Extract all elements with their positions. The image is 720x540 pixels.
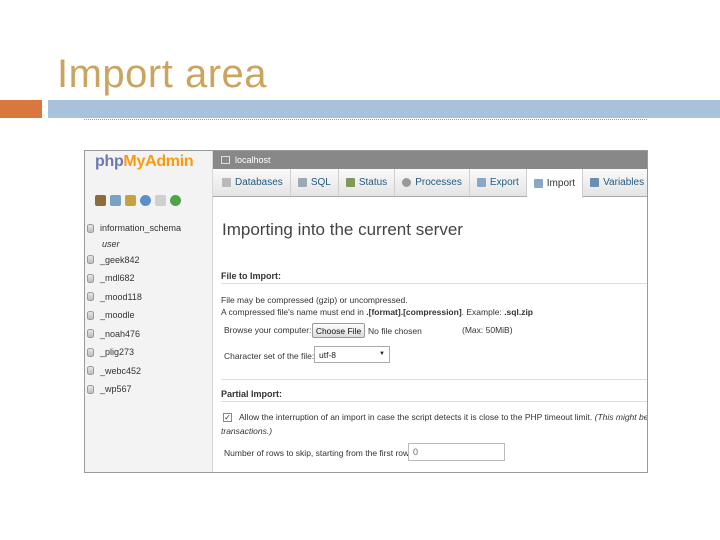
docs-icon[interactable] — [140, 195, 151, 206]
tab-variables[interactable]: Variables — [583, 169, 647, 196]
skip-rows-input[interactable]: 0 — [408, 443, 505, 461]
home-icon[interactable] — [95, 195, 106, 206]
database-icon — [87, 310, 94, 320]
server-icon — [221, 156, 230, 164]
tab-status[interactable]: Status — [339, 169, 396, 196]
database-item[interactable]: _noah476 — [87, 325, 181, 344]
database-icon — [87, 384, 94, 394]
compression-format-note: A compressed file's name must end in .[f… — [221, 307, 533, 317]
charset-select[interactable]: utf-8 ▼ — [314, 346, 390, 363]
database-item[interactable]: _geek842 — [87, 251, 181, 270]
server-breadcrumb[interactable]: localhost — [213, 151, 647, 169]
no-file-label: No file chosen — [368, 326, 422, 336]
status-icon — [345, 178, 355, 187]
tab-export[interactable]: Export — [470, 169, 527, 196]
tab-import[interactable]: Import — [526, 169, 584, 198]
charset-label: Character set of the file: — [224, 351, 315, 361]
reload-icon[interactable] — [170, 195, 181, 206]
section-divider — [221, 401, 647, 402]
database-item[interactable]: _webc452 — [87, 362, 181, 381]
chevron-down-icon: ▼ — [379, 351, 385, 357]
max-size-label: (Max: 50MiB) — [462, 325, 513, 335]
browse-label: Browse your computer: — [224, 325, 312, 335]
import-icon — [533, 179, 543, 188]
section-divider — [221, 379, 647, 380]
database-item[interactable]: _plig273 — [87, 343, 181, 362]
main-tabs: Databases SQL Status Processes Export Im… — [213, 169, 647, 198]
navigation-panel: phpMyAdmin information_schema user _geek… — [85, 151, 213, 472]
database-icon — [87, 292, 94, 302]
allow-interrupt-note: transactions.) — [221, 426, 273, 436]
sql-icon — [297, 178, 307, 187]
slide-title: Import area — [57, 52, 268, 96]
databases-icon — [222, 178, 231, 187]
sql-window-icon[interactable] — [110, 195, 121, 206]
phpmyadmin-screenshot: phpMyAdmin information_schema user _geek… — [84, 150, 648, 473]
allow-interrupt-checkbox[interactable]: ✓ — [223, 413, 232, 422]
settings-icon[interactable] — [155, 195, 166, 206]
tab-processes[interactable]: Processes — [395, 169, 470, 196]
page-title: Importing into the current server — [222, 220, 463, 239]
logout-icon[interactable] — [125, 195, 136, 206]
nav-icon-row — [95, 195, 181, 206]
database-list: information_schema user _geek842 _mdl682… — [87, 219, 181, 399]
phpmyadmin-logo[interactable]: phpMyAdmin — [95, 153, 194, 171]
accent-bar-blue — [48, 100, 720, 118]
accent-bar-orange — [0, 100, 42, 118]
export-icon — [476, 178, 486, 187]
database-item[interactable]: information_schema user — [87, 219, 181, 251]
partial-section-title: Partial Import: — [221, 389, 283, 399]
tab-sql[interactable]: SQL — [291, 169, 339, 196]
database-icon — [87, 366, 94, 376]
dotted-divider — [84, 119, 647, 120]
import-content: Importing into the current server File t… — [213, 198, 647, 472]
database-icon — [87, 255, 94, 265]
database-sub-item[interactable]: user — [87, 238, 181, 251]
database-item[interactable]: _mood118 — [87, 288, 181, 307]
file-section-title: File to Import: — [221, 271, 281, 281]
allow-interrupt-label: Allow the interruption of an import in c… — [239, 412, 648, 422]
database-item[interactable]: _moodle — [87, 306, 181, 325]
tab-databases[interactable]: Databases — [215, 169, 291, 196]
database-icon — [87, 223, 94, 233]
processes-icon — [402, 178, 412, 187]
database-icon — [87, 273, 94, 283]
compression-note: File may be compressed (gzip) or uncompr… — [221, 295, 408, 305]
section-divider — [221, 283, 647, 284]
variables-icon — [590, 178, 600, 187]
database-item[interactable]: _wp567 — [87, 380, 181, 399]
database-item[interactable]: _mdl682 — [87, 269, 181, 288]
skip-rows-label: Number of rows to skip, starting from th… — [224, 448, 412, 458]
database-icon — [87, 347, 94, 357]
database-icon — [87, 329, 94, 339]
choose-file-button[interactable]: Choose File — [312, 323, 365, 338]
